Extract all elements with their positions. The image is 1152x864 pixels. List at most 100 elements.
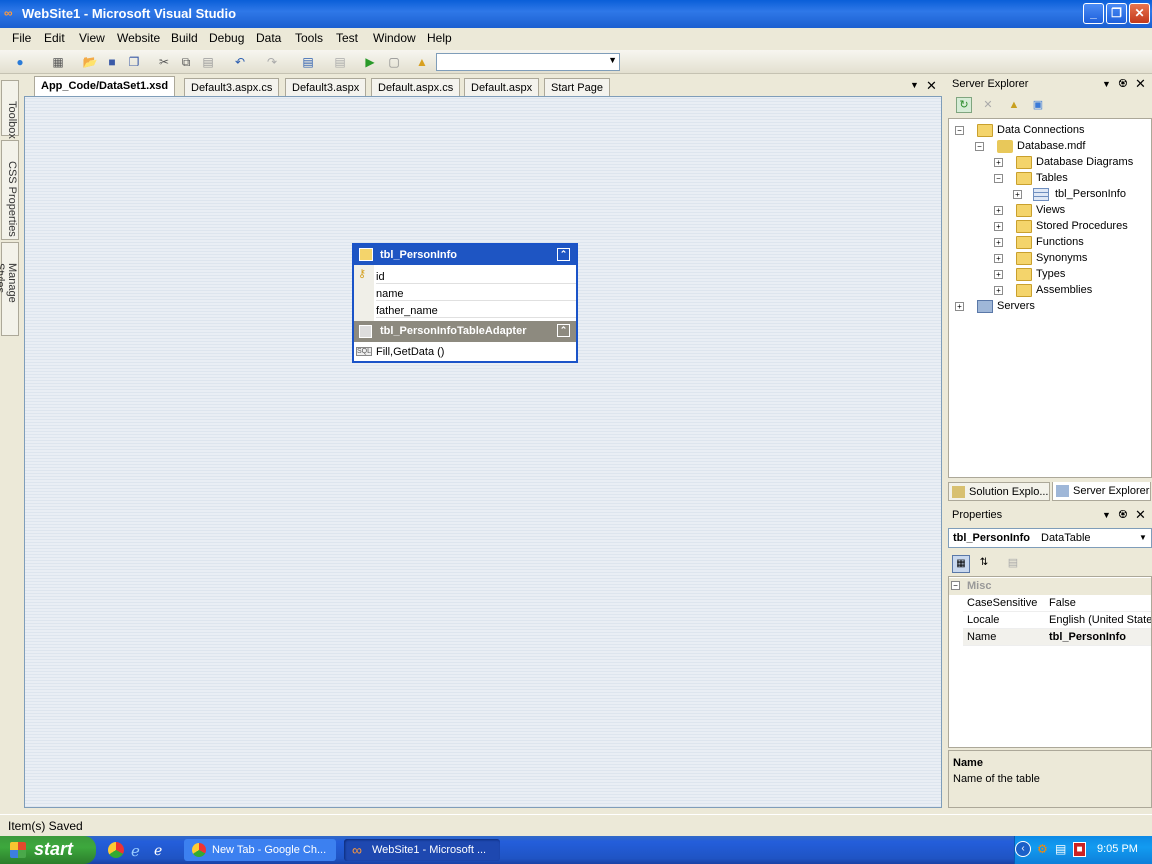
close-pane-icon[interactable]: ✕ — [1135, 507, 1146, 523]
find-combo[interactable]: ▼ — [436, 53, 620, 71]
property-row[interactable]: CaseSensitive False — [963, 595, 1151, 612]
tab-default3-aspx-cs[interactable]: Default3.aspx.cs — [184, 78, 280, 96]
menu-edit[interactable]: Edit — [44, 31, 65, 45]
tab-toolbox[interactable]: Toolbox — [1, 80, 19, 139]
menu-build[interactable]: Build — [171, 31, 198, 45]
column-id[interactable]: id — [376, 267, 576, 284]
tab-manage-styles[interactable]: Manage Styles — [0, 242, 19, 336]
navigate-forward-icon[interactable]: ▤ — [332, 54, 348, 70]
pin-icon[interactable]: ♼ — [1118, 77, 1128, 90]
menu-help[interactable]: Help — [427, 31, 452, 45]
menu-window[interactable]: Window — [373, 31, 416, 45]
collapse-adapter-icon[interactable]: ⌃ — [557, 324, 570, 337]
categorized-icon[interactable]: ▦ — [952, 555, 970, 573]
expand-node-icon[interactable]: + — [994, 286, 1003, 295]
taskbar-item-visual-studio[interactable]: ∞ WebSite1 - Microsoft ... — [344, 839, 500, 861]
expand-node-icon[interactable]: + — [994, 206, 1003, 215]
datatable-shape[interactable]: tbl_PersonInfo ⌃ ⚷ id name father_name t… — [352, 243, 578, 363]
close-button[interactable]: ✕ — [1129, 3, 1150, 24]
taskbar-item-chrome[interactable]: New Tab - Google Ch... — [184, 839, 336, 861]
datatable-header[interactable]: tbl_PersonInfo ⌃ — [354, 245, 576, 265]
chrome-quicklaunch-icon[interactable] — [108, 842, 124, 858]
close-document-icon[interactable]: ✕ — [926, 78, 937, 94]
tab-default-aspx-cs[interactable]: Default.aspx.cs — [371, 78, 461, 96]
stop-icon[interactable]: ✕ — [980, 97, 996, 113]
save-all-icon[interactable]: ❐ — [126, 54, 142, 70]
ie-quicklaunch-icon[interactable]: ℯ — [131, 842, 140, 860]
tree-node-database-diagrams[interactable]: + Database Diagrams — [994, 155, 1149, 171]
column-name[interactable]: name — [376, 284, 576, 301]
collapse-icon[interactable]: ⌃ — [557, 248, 570, 261]
window-position-icon[interactable]: ▼ — [1102, 510, 1111, 520]
restore-button[interactable]: ❐ — [1106, 3, 1127, 24]
tab-default-aspx[interactable]: Default.aspx — [464, 78, 540, 96]
ie-alt-quicklaunch-icon[interactable]: ℯ — [154, 842, 162, 859]
minimize-button[interactable]: _ — [1083, 3, 1104, 24]
menu-website[interactable]: Website — [117, 31, 160, 45]
tab-css-properties[interactable]: CSS Properties — [1, 140, 19, 240]
tree-node-synonyms[interactable]: + Synonyms — [994, 251, 1149, 267]
property-row[interactable]: Locale English (United States) — [963, 612, 1151, 629]
save-icon[interactable]: ■ — [104, 54, 120, 70]
column-father-name[interactable]: father_name — [376, 301, 576, 318]
tree-node-tbl-personinfo[interactable]: + tbl_PersonInfo — [1013, 187, 1149, 203]
tab-start-page[interactable]: Start Page — [544, 78, 610, 96]
find-in-files-icon[interactable]: ▢ — [386, 54, 402, 70]
connect-server-icon[interactable]: ▣ — [1030, 97, 1046, 113]
tab-default3-aspx[interactable]: Default3.aspx — [285, 78, 367, 96]
query-method[interactable]: Fill,GetData () — [376, 346, 444, 358]
tree-node-data-connections[interactable]: − Data Connections — [955, 123, 1145, 139]
paste-icon[interactable]: ▤ — [200, 54, 216, 70]
tab-server-explorer[interactable]: Server Explorer — [1052, 482, 1151, 501]
cut-icon[interactable]: ✂ — [156, 54, 172, 70]
navigate-backward-icon[interactable]: ▤ — [300, 54, 316, 70]
menu-data[interactable]: Data — [256, 31, 281, 45]
category-misc[interactable]: − Misc — [949, 578, 1151, 595]
expand-node-icon[interactable]: + — [1013, 190, 1022, 199]
expand-node-icon[interactable]: + — [994, 222, 1003, 231]
undo-icon[interactable]: ↶ — [232, 54, 248, 70]
security-icon[interactable]: ■ — [1073, 842, 1086, 857]
alphabetical-icon[interactable]: ⇅ — [975, 555, 993, 573]
tree-node-views[interactable]: + Views — [994, 203, 1149, 219]
open-icon[interactable]: 📂 — [82, 54, 98, 70]
refresh-icon[interactable]: ↻ — [956, 97, 972, 113]
start-button[interactable]: start — [0, 836, 96, 864]
expand-node-icon[interactable]: + — [955, 302, 964, 311]
tray-expand-icon[interactable]: ‹ — [1015, 841, 1031, 857]
add-item-icon[interactable]: ▦ — [50, 54, 66, 70]
close-pane-icon[interactable]: ✕ — [1135, 76, 1146, 92]
collapse-node-icon[interactable]: − — [994, 174, 1003, 183]
expand-node-icon[interactable]: + — [994, 238, 1003, 247]
tree-node-database-mdf[interactable]: − Database.mdf — [975, 139, 1145, 155]
start-debugging-icon[interactable]: ▶ — [362, 54, 378, 70]
property-row[interactable]: Name tbl_PersonInfo — [963, 629, 1151, 646]
redo-icon[interactable]: ↷ — [264, 54, 280, 70]
tab-list-dropdown-icon[interactable]: ▼ — [910, 80, 919, 90]
collapse-node-icon[interactable]: − — [955, 126, 964, 135]
tree-node-stored-procedures[interactable]: + Stored Procedures — [994, 219, 1149, 235]
expand-node-icon[interactable]: + — [994, 254, 1003, 263]
tree-node-tables[interactable]: − Tables — [994, 171, 1149, 187]
title-bar[interactable]: ∞ WebSite1 - Microsoft Visual Studio _ ❐… — [0, 0, 1152, 28]
tab-dataset1-xsd[interactable]: App_Code/DataSet1.xsd — [34, 76, 176, 96]
collapse-category-icon[interactable]: − — [951, 581, 960, 590]
tree-node-functions[interactable]: + Functions — [994, 235, 1149, 251]
collapse-node-icon[interactable]: − — [975, 142, 984, 151]
menu-file[interactable]: File — [12, 31, 31, 45]
tab-solution-explorer[interactable]: Solution Explo... — [948, 482, 1050, 501]
solution-configurations-icon[interactable]: ▲ — [414, 54, 430, 70]
menu-debug[interactable]: Debug — [209, 31, 244, 45]
connect-database-icon[interactable]: ▲ — [1006, 97, 1022, 113]
copy-icon[interactable]: ⧉ — [178, 54, 194, 70]
tree-node-assemblies[interactable]: + Assemblies — [994, 283, 1149, 299]
tray-app-icon[interactable]: ⚙ — [1037, 842, 1048, 856]
object-selector[interactable]: tbl_PersonInfo DataTable ▼ — [948, 528, 1152, 548]
table-adapter-header[interactable]: tbl_PersonInfoTableAdapter ⌃ — [354, 321, 576, 342]
menu-tools[interactable]: Tools — [295, 31, 323, 45]
clock[interactable]: 9:05 PM — [1097, 843, 1138, 855]
tree-node-types[interactable]: + Types — [994, 267, 1149, 283]
pin-icon[interactable]: ♼ — [1118, 508, 1128, 521]
menu-view[interactable]: View — [79, 31, 105, 45]
expand-node-icon[interactable]: + — [994, 158, 1003, 167]
